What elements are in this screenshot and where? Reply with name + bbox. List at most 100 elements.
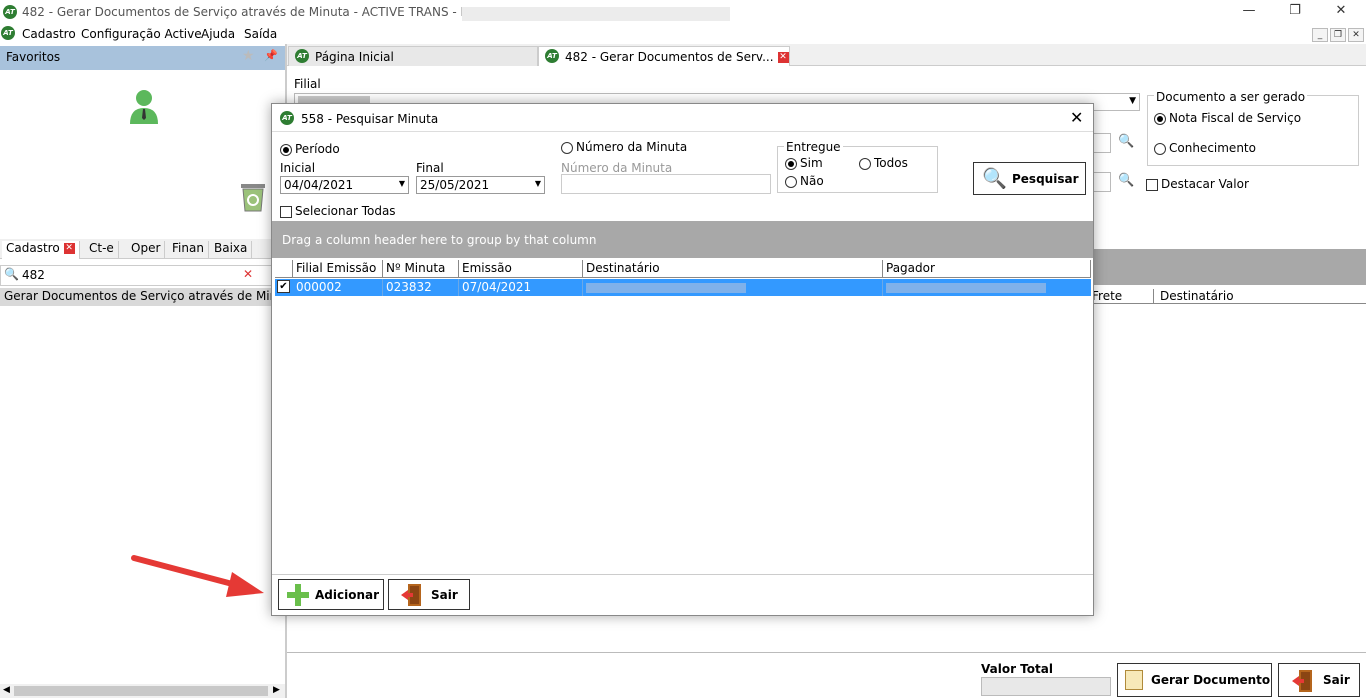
tab-logo-icon: AT	[295, 49, 309, 63]
clear-search-icon[interactable]: ✕	[243, 267, 253, 281]
numero-minuta-field-label: Número da Minuta	[561, 161, 673, 175]
redacted-pagador	[886, 282, 1046, 293]
scroll-thumb[interactable]	[14, 686, 268, 696]
app-logo-icon: AT	[3, 5, 17, 19]
scroll-right-arrow-icon[interactable]: ▶	[273, 685, 280, 695]
menu-configuracao[interactable]: Configuração Active	[81, 27, 202, 41]
documento-group: Documento a ser gerado Nota Fiscal de Se…	[1147, 90, 1359, 166]
final-label: Final	[416, 161, 444, 175]
valor-total-field	[981, 677, 1111, 696]
numero-minuta-input[interactable]	[561, 174, 771, 194]
radio-sim[interactable]: Sim	[785, 156, 823, 170]
dialog-close-icon[interactable]: ✕	[1070, 108, 1083, 127]
close-tab-icon[interactable]: ✕	[777, 52, 789, 63]
menu-logo-icon: AT	[1, 26, 15, 40]
group-by-bar[interactable]: Drag a column header here to group by th…	[272, 221, 1093, 258]
redacted-destinatario	[586, 282, 746, 293]
radio-nao[interactable]: Não	[785, 174, 824, 188]
destacar-valor-checkbox[interactable]: Destacar Valor	[1146, 177, 1249, 191]
radio-todos[interactable]: Todos	[859, 156, 908, 170]
mdi-close-button[interactable]: ✕	[1348, 28, 1364, 42]
pesquisar-button[interactable]: 🔍 Pesquisar	[973, 162, 1086, 195]
tree-item-482[interactable]: Gerar Documentos de Serviço através de M…	[0, 288, 285, 306]
col-select[interactable]	[275, 260, 293, 278]
tab-logo-icon: AT	[545, 49, 559, 63]
menu-cadastro[interactable]: Cadastro	[22, 27, 76, 41]
restore-button[interactable]: ❐	[1285, 3, 1305, 21]
entregue-label: Entregue	[784, 140, 843, 154]
radio-nota-fiscal[interactable]: Nota Fiscal de Serviço	[1154, 111, 1301, 125]
bg-field-1[interactable]	[1093, 133, 1111, 153]
search-icon: 🔍	[4, 267, 19, 281]
col-destinatario[interactable]: Destinatário	[583, 260, 883, 278]
tab-482[interactable]: AT 482 - Gerar Documentos de Serv... ✕	[538, 46, 790, 66]
radio-numero-minuta[interactable]: Número da Minuta	[561, 140, 687, 154]
cell-filial: 000002	[293, 279, 383, 296]
chevron-down-icon[interactable]: ▼	[535, 179, 541, 188]
chevron-down-icon[interactable]: ▼	[399, 179, 405, 188]
lookup-search-icon[interactable]: 🔍	[1118, 134, 1134, 149]
dialog-title-bar: AT 558 - Pesquisar Minuta ✕	[272, 104, 1093, 132]
left-tabs: Cadastro ✕ Ct-e Oper Finan Baixa	[0, 239, 285, 259]
cell-pagador	[883, 279, 1091, 296]
dialog-footer-divider	[272, 574, 1093, 575]
close-tab-icon[interactable]: ✕	[63, 243, 75, 254]
redacted-company	[462, 7, 730, 21]
recycle-bin-icon[interactable]	[238, 181, 268, 213]
adicionar-button[interactable]: Adicionar	[278, 579, 384, 610]
tab-baixa[interactable]: Baixa	[210, 241, 253, 259]
cell-minuta: 023832	[383, 279, 459, 296]
radio-conhecimento[interactable]: Conhecimento	[1154, 141, 1256, 155]
inicial-label: Inicial	[280, 161, 316, 175]
tree-search-input[interactable]: 482	[22, 268, 45, 282]
bg-grid-header: Frete Destinatário	[1092, 286, 1366, 304]
chevron-down-icon[interactable]: ▼	[1129, 96, 1136, 106]
radio-periodo[interactable]: Período	[280, 142, 340, 156]
main-sair-button[interactable]: Sair	[1278, 663, 1360, 697]
tab-cadastro[interactable]: Cadastro ✕	[2, 241, 80, 259]
tab-cte[interactable]: Ct-e	[85, 241, 119, 259]
col-frete[interactable]: Frete	[1092, 289, 1154, 304]
left-horizontal-scrollbar[interactable]: ◀ ▶	[0, 684, 285, 698]
exit-door-icon	[1292, 669, 1314, 696]
row-checkbox[interactable]: ✔	[277, 280, 290, 293]
minimize-button[interactable]: —	[1239, 3, 1259, 21]
close-window-button[interactable]: ✕	[1331, 3, 1351, 21]
pin-icon[interactable]: 📌	[264, 49, 278, 62]
mdi-restore-button[interactable]: ❐	[1330, 28, 1346, 42]
title-bar: AT 482 - Gerar Documentos de Serviço atr…	[0, 0, 1366, 26]
final-date-picker[interactable]: 25/05/2021 ▼	[416, 176, 545, 194]
scroll-left-arrow-icon[interactable]: ◀	[3, 685, 10, 695]
valor-total-label: Valor Total	[981, 662, 1053, 676]
dialog-logo-icon: AT	[280, 111, 294, 125]
lookup-search-icon[interactable]: 🔍	[1118, 173, 1134, 188]
mdi-minimize-button[interactable]: _	[1312, 28, 1328, 42]
tab-pagina-inicial[interactable]: AT Página Inicial	[288, 46, 538, 66]
document-edit-icon	[1125, 670, 1143, 690]
inicial-date-picker[interactable]: 04/04/2021 ▼	[280, 176, 409, 194]
tree-search[interactable]: 🔍 482 ✕	[0, 265, 285, 286]
dialog-sair-button[interactable]: Sair	[388, 579, 470, 610]
gerar-documento-button[interactable]: Gerar Documento	[1117, 663, 1272, 697]
menu-saida[interactable]: Saída	[244, 27, 277, 41]
window-title: 482 - Gerar Documentos de Serviço atravé…	[22, 5, 522, 19]
pesquisar-minuta-dialog: AT 558 - Pesquisar Minuta ✕ Período Núme…	[271, 103, 1094, 616]
col-pagador[interactable]: Pagador	[883, 260, 1091, 278]
col-filial-emissao[interactable]: Filial Emissão	[293, 260, 383, 278]
documento-group-label: Documento a ser gerado	[1154, 90, 1308, 104]
tab-oper[interactable]: Oper	[127, 241, 166, 259]
col-emissao[interactable]: Emissão	[459, 260, 583, 278]
favoritos-header: Favoritos ★ 📌	[0, 46, 285, 70]
selecionar-todas-checkbox[interactable]: Selecionar Todas	[280, 204, 396, 218]
filial-label: Filial	[294, 77, 321, 91]
tab-finan[interactable]: Finan	[168, 241, 209, 259]
col-destinatario[interactable]: Destinatário	[1160, 289, 1234, 303]
bg-field-2[interactable]	[1093, 172, 1111, 192]
col-numero-minuta[interactable]: Nº Minuta	[383, 260, 459, 278]
annotation-arrow-icon	[131, 555, 264, 597]
star-icon[interactable]: ★	[242, 48, 255, 64]
exit-door-icon	[401, 583, 423, 610]
bg-group-bar	[1094, 249, 1366, 285]
table-row[interactable]: ✔ 000002 023832 07/04/2021	[275, 279, 1091, 296]
menu-ajuda[interactable]: Ajuda	[201, 27, 235, 41]
